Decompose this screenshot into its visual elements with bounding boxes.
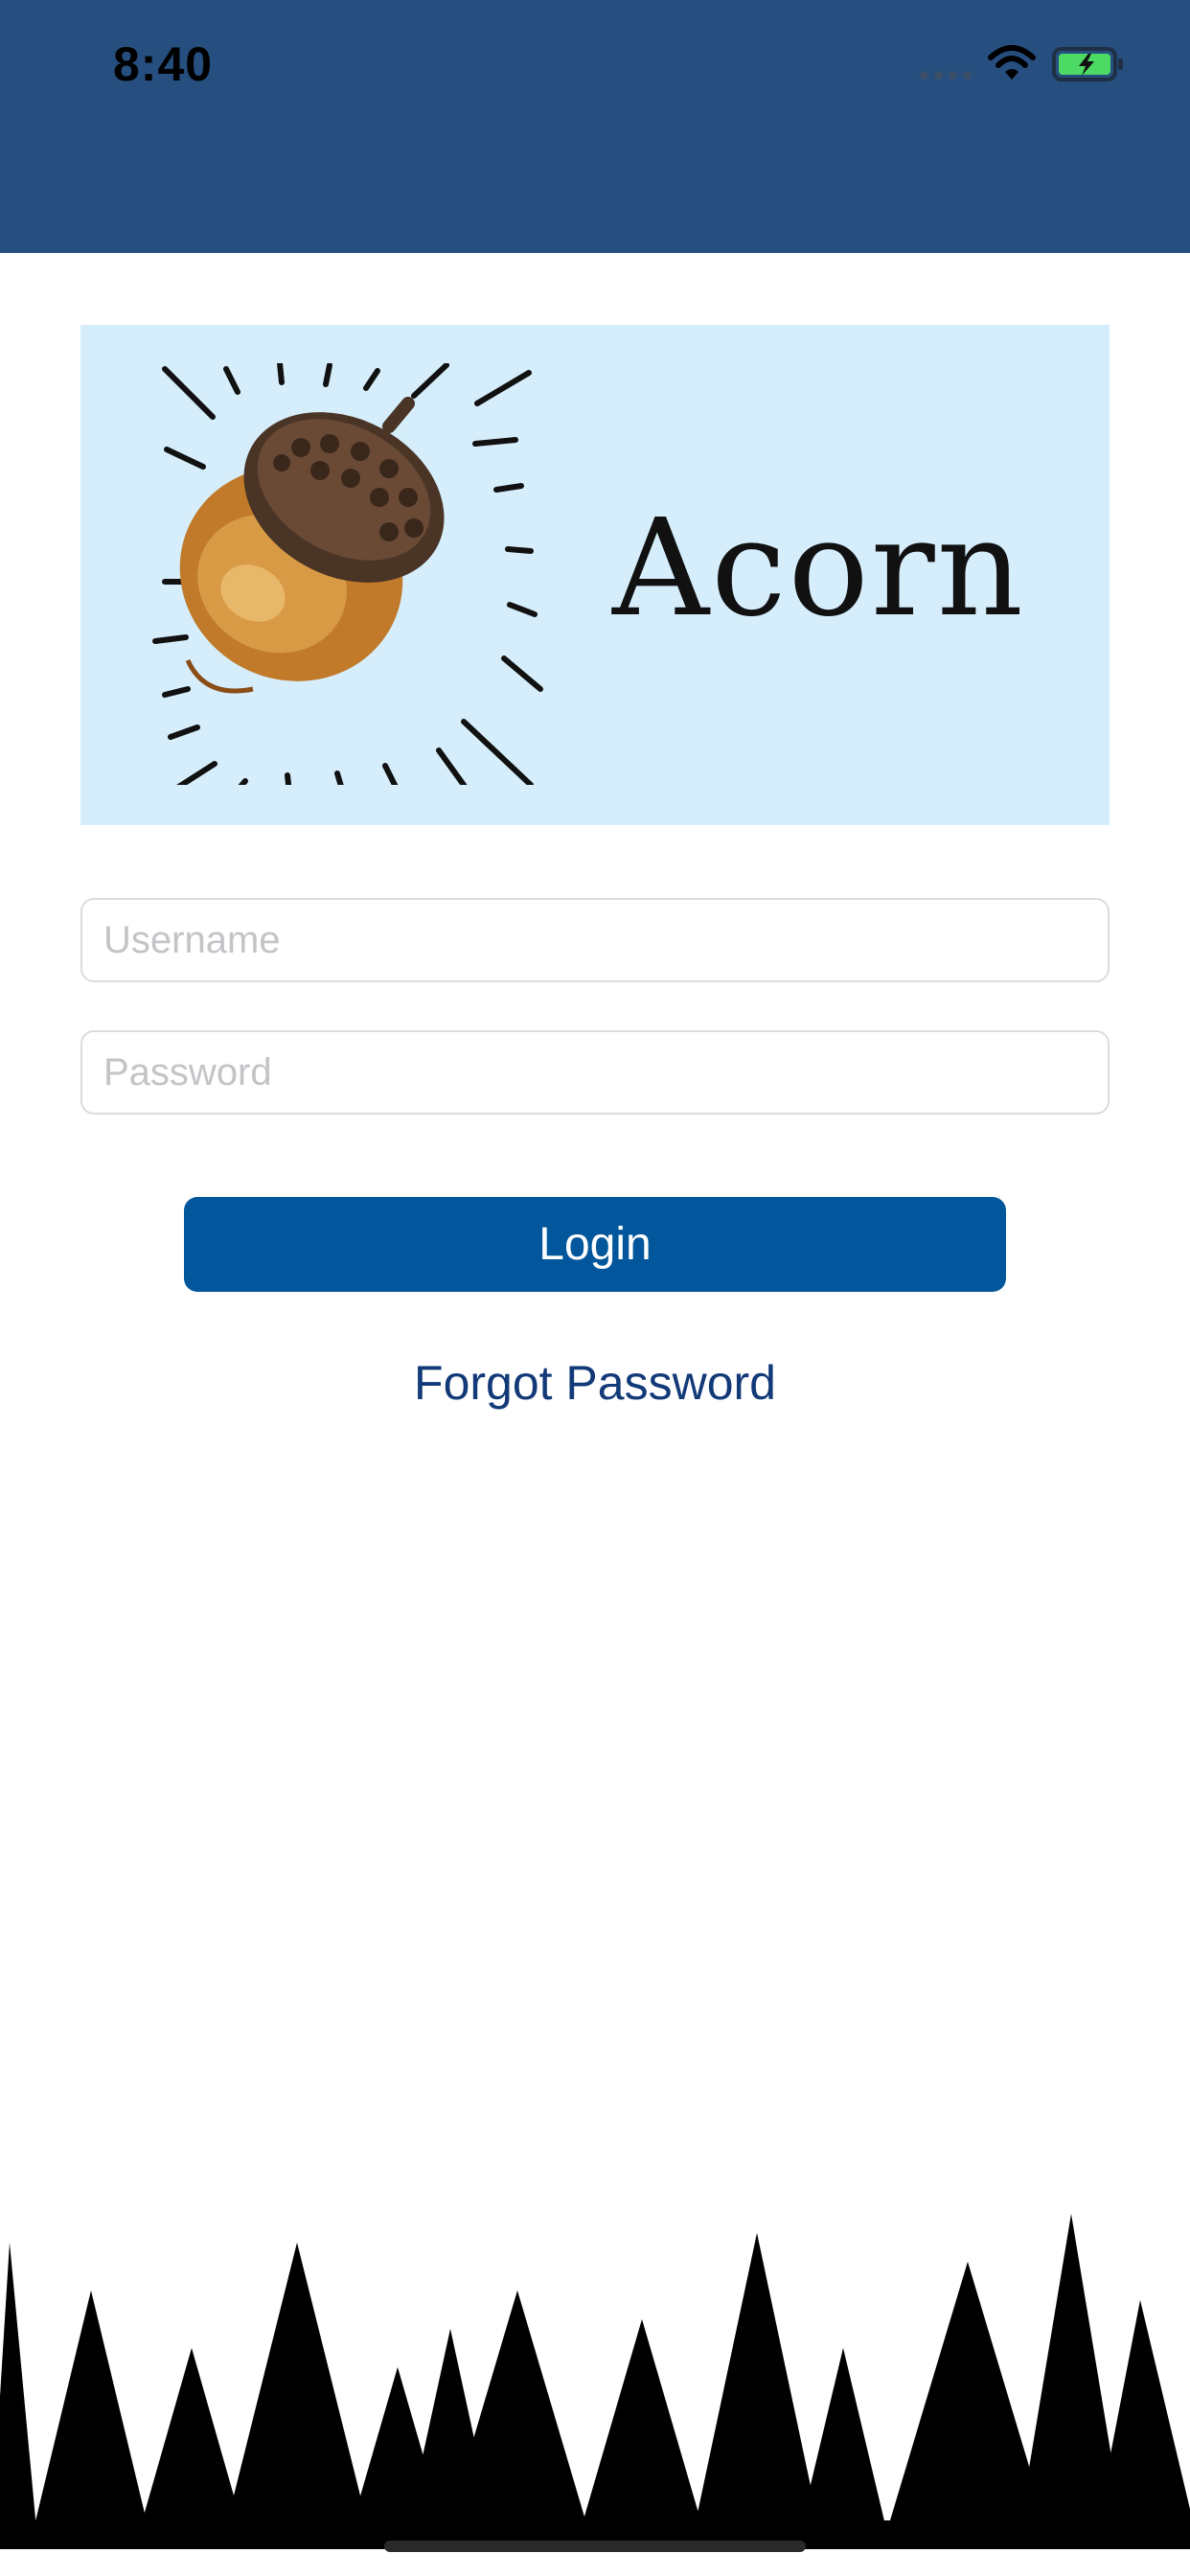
forgot-password-link[interactable]: Forgot Password	[0, 1355, 1190, 1411]
home-indicator[interactable]	[384, 2541, 806, 2552]
battery-charging-icon	[1052, 47, 1123, 81]
acorn-wordmark: Acorn	[612, 491, 1025, 647]
wifi-icon	[988, 45, 1036, 80]
cellular-signal-icon	[920, 71, 973, 80]
status-bar-time: 8:40	[113, 37, 214, 91]
password-input[interactable]	[80, 1030, 1110, 1115]
username-input[interactable]	[80, 898, 1110, 982]
acorn-icon	[152, 363, 543, 785]
acorn-logo-banner: Acorn	[80, 325, 1110, 825]
forest-silhouette-image	[0, 2214, 1190, 2549]
login-button[interactable]: Login	[184, 1197, 1006, 1292]
